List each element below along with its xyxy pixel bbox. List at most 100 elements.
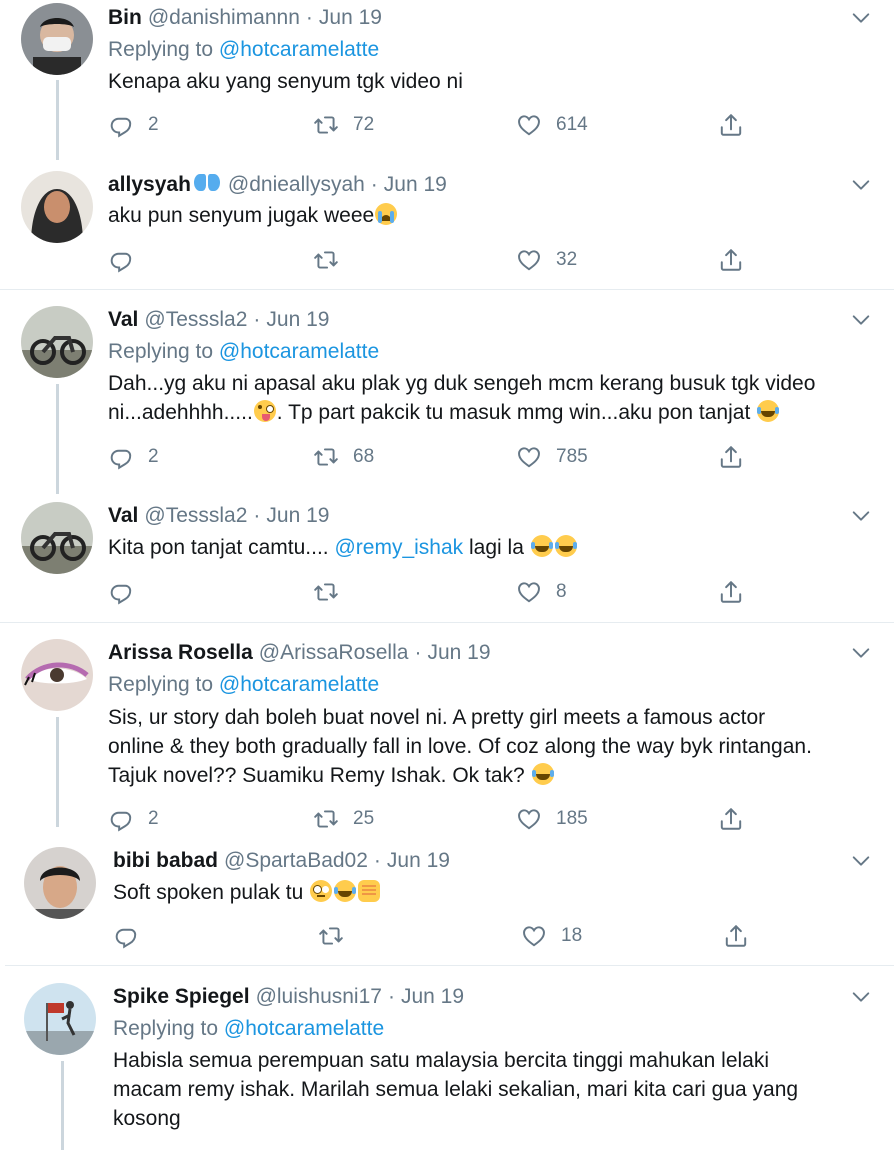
reply-mention-link[interactable]: @hotcaramelatte xyxy=(219,38,379,61)
tweet-header: Bin @danishimannn · Jun 19 xyxy=(108,6,382,29)
share-button[interactable] xyxy=(718,244,758,276)
like-button[interactable]: 18 xyxy=(521,920,582,952)
timestamp[interactable]: Jun 19 xyxy=(266,308,329,331)
reply-button[interactable] xyxy=(108,244,148,276)
action-bar: 2 25 185 xyxy=(108,803,748,835)
tweet[interactable]: bibi babad @SpartaBad02 · Jun 19 Soft spoke… xyxy=(5,845,894,960)
tears-of-joy-emoji xyxy=(531,763,554,785)
reply-button[interactable]: 2 xyxy=(108,441,159,473)
user-handle[interactable]: @dnieallysyah xyxy=(228,173,365,196)
timestamp[interactable]: Jun 19 xyxy=(384,173,447,196)
mention-link[interactable]: @remy_ishak xyxy=(334,536,463,559)
retweet-button[interactable] xyxy=(318,920,358,952)
retweet-button[interactable]: 25 xyxy=(313,803,374,835)
reply-count: 2 xyxy=(148,808,159,829)
retweet-count: 25 xyxy=(353,808,375,829)
chevron-down-icon[interactable] xyxy=(850,309,872,331)
like-icon xyxy=(516,112,542,138)
reply-button[interactable]: 2 xyxy=(108,803,159,835)
chevron-down-icon[interactable] xyxy=(850,986,872,1008)
avatar[interactable] xyxy=(24,983,96,1055)
reply-icon xyxy=(108,806,134,832)
retweet-icon xyxy=(313,444,339,470)
share-icon xyxy=(718,247,744,273)
chevron-down-icon[interactable] xyxy=(850,505,872,527)
chevron-down-icon[interactable] xyxy=(850,174,872,196)
tweet-text: aku pun senyum jugak weee xyxy=(108,201,868,230)
share-button[interactable] xyxy=(718,576,758,608)
share-button[interactable] xyxy=(718,803,758,835)
avatar[interactable] xyxy=(21,3,93,75)
display-name[interactable]: Spike Spiegel xyxy=(113,985,250,1008)
tweet[interactable]: Arissa Rosella @ArissaRosella · Jun 19 Repl… xyxy=(0,637,894,827)
timestamp[interactable]: Jun 19 xyxy=(427,641,490,664)
like-button[interactable]: 185 xyxy=(516,803,588,835)
display-name[interactable]: Arissa Rosella xyxy=(108,641,253,664)
action-bar: 32 xyxy=(108,244,748,276)
like-count: 185 xyxy=(556,808,588,829)
like-button[interactable]: 8 xyxy=(516,576,567,608)
avatar[interactable] xyxy=(21,306,93,378)
like-button[interactable]: 614 xyxy=(516,109,588,141)
share-button[interactable] xyxy=(723,920,763,952)
tweet[interactable]: allysyah @dnieallysyah · Jun 19 aku pun sen… xyxy=(0,169,894,289)
share-button[interactable] xyxy=(718,109,758,141)
like-button[interactable]: 32 xyxy=(516,244,577,276)
reply-icon xyxy=(108,579,134,605)
chevron-down-icon[interactable] xyxy=(850,7,872,29)
retweet-button[interactable] xyxy=(313,244,353,276)
reply-icon xyxy=(113,923,139,949)
retweet-button[interactable] xyxy=(313,576,353,608)
user-handle[interactable]: @danishimannn xyxy=(148,6,300,29)
avatar[interactable] xyxy=(21,639,93,711)
chevron-down-icon[interactable] xyxy=(850,642,872,664)
display-name[interactable]: Val xyxy=(108,308,138,331)
retweet-icon xyxy=(313,247,339,273)
tweet-header: bibi babad @SpartaBad02 · Jun 19 xyxy=(113,849,450,872)
like-count: 614 xyxy=(556,114,588,135)
share-button[interactable] xyxy=(718,441,758,473)
tweet-header: Spike Spiegel @luishusni17 · Jun 19 xyxy=(113,985,465,1008)
share-icon xyxy=(718,579,744,605)
user-handle[interactable]: @luishusni17 xyxy=(256,985,382,1008)
avatar[interactable] xyxy=(21,171,93,243)
tweet[interactable]: Val @Tesssla2 · Jun 19 Replying to @hotcara… xyxy=(0,304,894,494)
reply-button[interactable]: 2 xyxy=(108,109,159,141)
display-name[interactable]: Bin xyxy=(108,6,142,29)
like-count: 785 xyxy=(556,446,588,467)
tweet-header: Val @Tesssla2 · Jun 19 xyxy=(108,504,330,527)
tweet[interactable]: Bin @danishimannn · Jun 19 Replying to @hot… xyxy=(0,0,894,160)
display-name[interactable]: Val xyxy=(108,504,138,527)
timestamp[interactable]: Jun 19 xyxy=(387,849,450,872)
chevron-down-icon[interactable] xyxy=(850,850,872,872)
user-handle[interactable]: @Tesssla2 xyxy=(144,504,247,527)
reply-mention-link[interactable]: @hotcaramelatte xyxy=(219,340,379,363)
tweet[interactable]: Spike Spiegel @luishusni17 · Jun 19 Replyin… xyxy=(5,981,894,1150)
like-icon xyxy=(516,806,542,832)
crying-emoji xyxy=(375,203,398,225)
retweet-icon xyxy=(318,923,344,949)
action-bar: 8 xyxy=(108,576,748,608)
reply-count: 2 xyxy=(148,446,159,467)
avatar[interactable] xyxy=(24,847,96,919)
reply-mention-link[interactable]: @hotcaramelatte xyxy=(224,1017,384,1040)
display-name[interactable]: bibi babad xyxy=(113,849,218,872)
tweet[interactable]: Val @Tesssla2 · Jun 19 Kita pon tanjat camt… xyxy=(0,500,894,620)
timestamp[interactable]: Jun 19 xyxy=(266,504,329,527)
user-handle[interactable]: @Tesssla2 xyxy=(144,308,247,331)
retweet-button[interactable]: 72 xyxy=(313,109,374,141)
user-handle[interactable]: @ArissaRosella xyxy=(259,641,409,664)
timestamp[interactable]: Jun 19 xyxy=(319,6,382,29)
reply-mention-link[interactable]: @hotcaramelatte xyxy=(219,673,379,696)
retweet-button[interactable]: 68 xyxy=(313,441,374,473)
timestamp[interactable]: Jun 19 xyxy=(401,985,464,1008)
like-icon xyxy=(516,247,542,273)
reply-button[interactable] xyxy=(108,576,148,608)
retweet-count: 68 xyxy=(353,446,375,467)
reply-button[interactable] xyxy=(113,920,153,952)
user-handle[interactable]: @SpartaBad02 xyxy=(224,849,368,872)
display-name[interactable]: allysyah xyxy=(108,173,222,196)
avatar[interactable] xyxy=(21,502,93,574)
retweet-icon xyxy=(313,579,339,605)
like-button[interactable]: 785 xyxy=(516,441,588,473)
